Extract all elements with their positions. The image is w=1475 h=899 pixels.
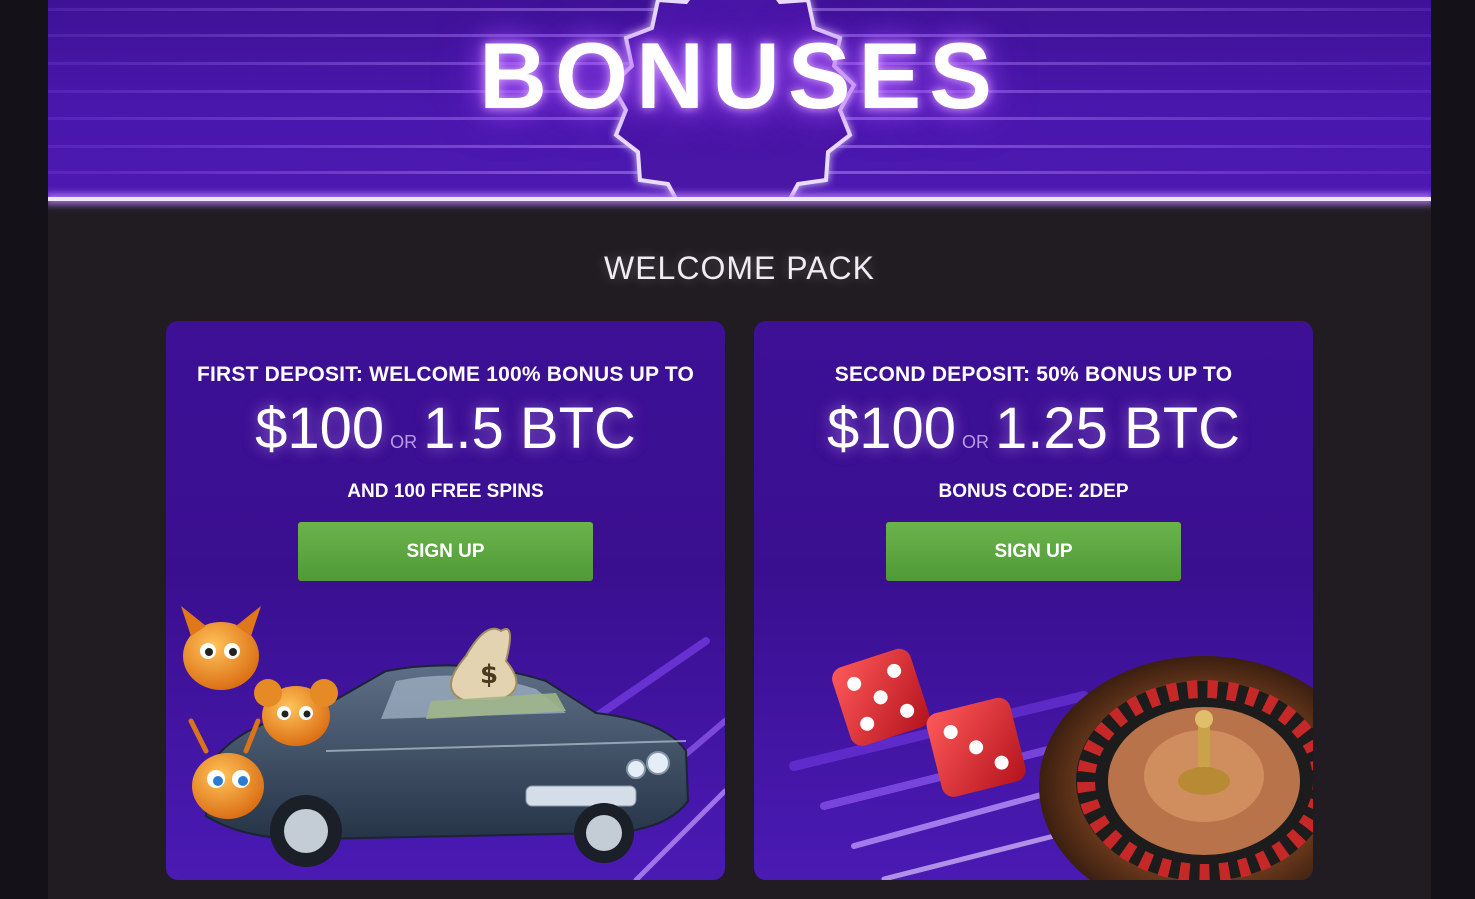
amount-btc: 1.5 BTC: [423, 396, 636, 461]
or-label: OR: [962, 432, 990, 452]
banner-title: BONUSES: [479, 23, 1000, 128]
bonuses-banner: BONUSES: [48, 0, 1431, 200]
card-headline: FIRST DEPOSIT: WELCOME 100% BONUS UP TO: [196, 363, 695, 386]
section-title: WELCOME PACK: [604, 250, 875, 286]
sign-up-button[interactable]: SIGN UP: [886, 522, 1181, 581]
card-subline: AND 100 FREE SPINS: [347, 481, 544, 502]
amount-btc: 1.25 BTC: [995, 396, 1241, 461]
bonus-amount: $100 OR 1.5 BTC: [166, 395, 725, 462]
dice-and-roulette-illustration: [789, 648, 1313, 880]
amount-usd: $100: [826, 396, 957, 461]
bonus-amount: $100 OR 1.25 BTC: [754, 395, 1313, 462]
car-and-characters-illustration: $: [181, 606, 725, 880]
or-label: OR: [390, 432, 418, 452]
bonus-code: BONUS CODE: 2DEP: [938, 481, 1129, 502]
second-deposit-card: SECOND DEPOSIT: 50% BONUS UP TO $100 OR 1.…: [754, 321, 1313, 880]
banner-divider: [48, 197, 1431, 201]
bonuses-page: BONUSES WELCOME PACK FIRST DEPOSIT: WELC…: [48, 0, 1431, 899]
amount-usd: $100: [255, 396, 385, 461]
first-deposit-card: FIRST DEPOSIT: WELCOME 100% BONUS UP TO …: [166, 321, 725, 880]
sign-up-button[interactable]: SIGN UP: [298, 522, 593, 581]
dollar-sign-icon: $: [480, 660, 498, 690]
card-headline: SECOND DEPOSIT: 50% BONUS UP TO: [834, 363, 1233, 386]
